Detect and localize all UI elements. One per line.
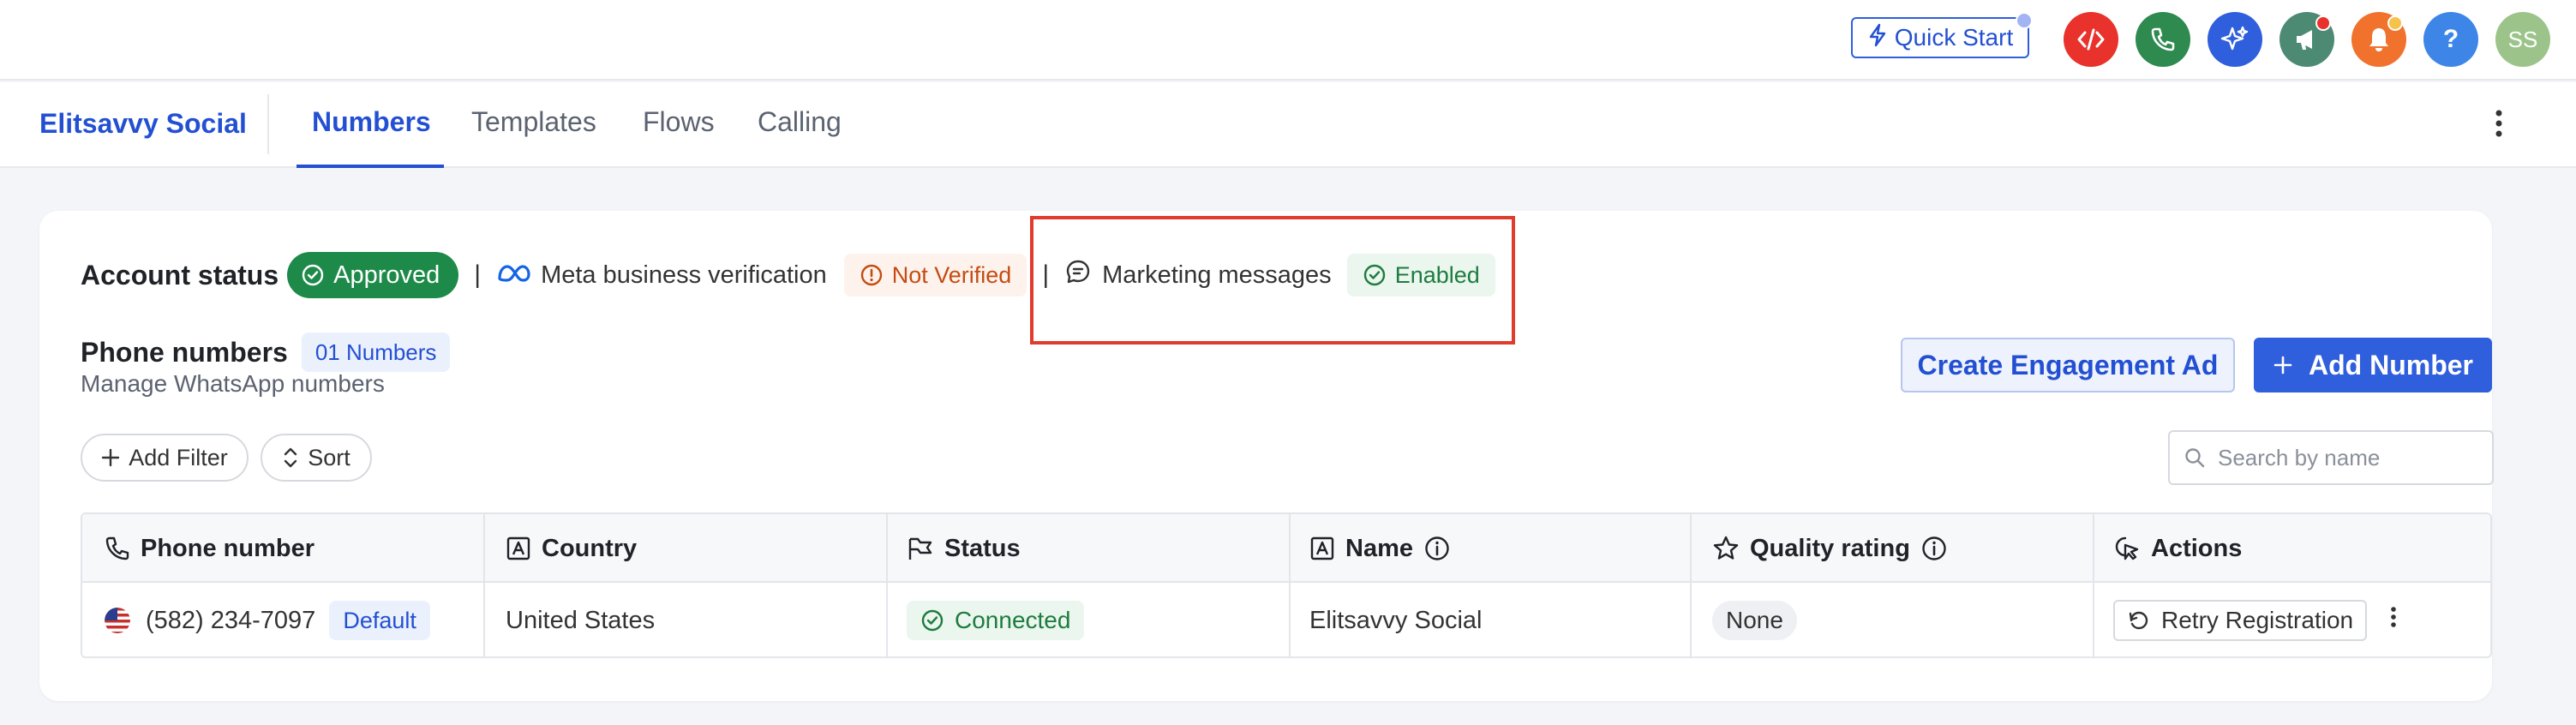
header-country[interactable]: Country <box>506 514 637 583</box>
more-options-icon[interactable] <box>2494 108 2504 145</box>
phone-numbers-card: Account status Approved | Meta business … <box>39 211 2494 701</box>
avatar-initials: SS <box>2507 26 2538 52</box>
help-symbol: ? <box>2442 25 2459 53</box>
column-divider <box>483 514 485 656</box>
phone-icon <box>105 536 129 560</box>
highlight-box <box>1030 216 1515 345</box>
quality-badge: None <box>1712 601 1797 640</box>
info-icon[interactable] <box>1920 535 1948 562</box>
add-filter-label: Add Filter <box>129 444 228 470</box>
tab-numbers[interactable]: Numbers <box>312 106 431 138</box>
separator: | <box>474 261 482 289</box>
connected-text: Connected <box>955 607 1071 633</box>
cell-name: Elitsavvy Social <box>1309 606 1483 634</box>
nav-divider <box>267 94 269 154</box>
meta-logo-icon <box>496 263 532 288</box>
create-engagement-ad-button[interactable]: Create Engagement Ad <box>1901 338 2235 392</box>
nav-bar: Elitsavvy Social Numbers Templates Flows… <box>0 82 2576 168</box>
header-quality-rating[interactable]: Quality rating <box>1712 514 1948 583</box>
account-status-label: Account status <box>81 259 279 291</box>
phone-icon[interactable] <box>2136 12 2190 67</box>
default-badge: Default <box>329 601 430 640</box>
code-icon[interactable] <box>2064 12 2118 67</box>
retry-registration-button[interactable]: Retry Registration <box>2113 600 2368 641</box>
plus-icon <box>102 448 120 467</box>
approved-text: Approved <box>333 261 440 289</box>
retry-registration-label: Retry Registration <box>2161 607 2354 633</box>
notification-dot <box>2315 15 2331 31</box>
tab-flows[interactable]: Flows <box>643 106 715 138</box>
sort-icon <box>285 447 297 468</box>
search-icon <box>2185 448 2205 468</box>
column-divider <box>1690 514 1692 656</box>
phone-numbers-table: Phone number Country Status Name Quality… <box>81 512 2492 658</box>
not-verified-badge: Not Verified <box>843 254 1027 297</box>
column-divider <box>1289 514 1291 656</box>
cursor-click-icon <box>2115 536 2139 560</box>
header-label: Quality rating <box>1750 534 1910 562</box>
refresh-icon <box>2129 611 2148 630</box>
phone-number-value: (582) 234-7097 <box>146 606 316 634</box>
check-circle-icon <box>302 264 324 286</box>
search-input[interactable] <box>2218 444 2492 471</box>
sort-button[interactable]: Sort <box>261 434 372 482</box>
header-status[interactable]: Status <box>907 514 1021 583</box>
quick-start-button[interactable]: Quick Start <box>1851 12 2033 58</box>
cell-country: United States <box>506 606 656 634</box>
column-divider <box>2093 514 2094 656</box>
star-icon <box>1713 536 1739 560</box>
phone-numbers-title: Phone numbers <box>81 336 288 368</box>
text-box-icon <box>506 536 530 560</box>
cell-quality-rating: None <box>1712 583 1797 656</box>
connected-badge: Connected <box>907 601 1085 640</box>
sparkle-icon[interactable] <box>2208 12 2262 67</box>
header-label: Name <box>1345 534 1413 562</box>
header-actions[interactable]: Actions <box>2113 514 2242 583</box>
not-verified-text: Not Verified <box>891 261 1012 288</box>
sort-label: Sort <box>308 444 350 470</box>
quick-start-label: Quick Start <box>1894 24 2014 51</box>
info-icon[interactable] <box>1423 535 1451 562</box>
phone-numbers-heading: Phone numbers 01 Numbers <box>81 333 451 372</box>
check-circle-icon <box>921 609 944 632</box>
user-avatar[interactable]: SS <box>2495 12 2550 67</box>
bell-icon[interactable] <box>2351 12 2406 67</box>
header-phone-number[interactable]: Phone number <box>105 514 315 583</box>
header-label: Actions <box>2151 534 2243 562</box>
approved-badge: Approved <box>287 252 459 298</box>
top-bar: Quick Start ? SS <box>0 0 2576 81</box>
active-tab-indicator <box>297 165 444 168</box>
flag-icon <box>908 537 932 560</box>
meta-verification-label: Meta business verification <box>541 261 827 289</box>
add-number-label: Add Number <box>2309 349 2473 380</box>
row-more-options-icon[interactable] <box>2389 605 2398 636</box>
cell-actions: Retry Registration <box>2113 583 2398 656</box>
add-filter-button[interactable]: Add Filter <box>81 434 249 482</box>
help-icon[interactable]: ? <box>2423 12 2478 67</box>
tab-templates[interactable]: Templates <box>471 106 596 138</box>
phone-numbers-subtitle: Manage WhatsApp numbers <box>81 370 385 397</box>
cell-status: Connected <box>907 583 1085 656</box>
us-flag-icon <box>105 608 130 633</box>
search-box[interactable] <box>2168 430 2494 485</box>
add-number-button[interactable]: Add Number <box>2254 338 2492 392</box>
header-name[interactable]: Name <box>1309 514 1451 583</box>
numbers-count-badge: 01 Numbers <box>301 333 451 372</box>
column-divider <box>886 514 888 656</box>
bell-notification-dot <box>2387 15 2403 31</box>
header-label: Country <box>542 534 638 562</box>
megaphone-icon[interactable] <box>2279 12 2334 67</box>
lightning-icon <box>1867 23 1888 53</box>
brand-name[interactable]: Elitsavvy Social <box>39 108 247 140</box>
header-label: Status <box>944 534 1021 562</box>
alert-circle-icon <box>860 264 882 286</box>
text-box-icon <box>1310 536 1334 560</box>
plus-icon <box>2273 356 2292 374</box>
tab-calling[interactable]: Calling <box>758 106 842 138</box>
quick-start-indicator <box>2016 12 2033 29</box>
header-label: Phone number <box>141 534 315 562</box>
cell-phone-number: (582) 234-7097 Default <box>105 583 430 656</box>
